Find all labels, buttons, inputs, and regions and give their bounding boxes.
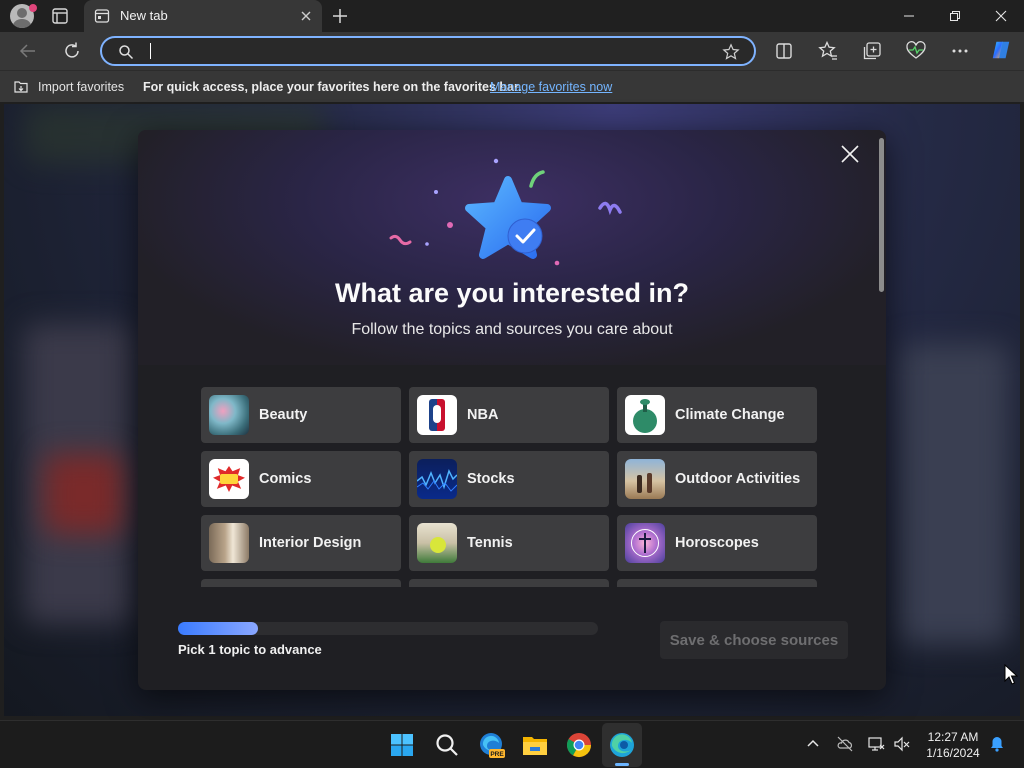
beauty-thumbnail bbox=[209, 395, 249, 435]
show-hidden-icons-chevron-icon[interactable] bbox=[804, 735, 822, 753]
topic-label: Beauty bbox=[259, 407, 308, 423]
close-window-button[interactable] bbox=[978, 0, 1024, 32]
new-tab-favicon-icon bbox=[94, 9, 110, 23]
notification-dot bbox=[29, 4, 37, 12]
edge-preview-icon[interactable]: PRE bbox=[475, 729, 507, 761]
address-bar[interactable] bbox=[100, 36, 756, 66]
address-input[interactable] bbox=[154, 41, 714, 61]
favorites-bar-message: For quick access, place your favorites h… bbox=[143, 80, 522, 94]
favorites-icon[interactable] bbox=[817, 40, 839, 62]
topic-climate-change[interactable]: Climate Change bbox=[617, 387, 817, 443]
close-dialog-icon[interactable] bbox=[838, 142, 862, 166]
network-icon[interactable] bbox=[867, 735, 885, 753]
active-app-indicator bbox=[615, 763, 629, 766]
close-tab-icon[interactable] bbox=[298, 8, 314, 24]
import-favorites-icon bbox=[14, 81, 28, 93]
stocks-chart-thumbnail bbox=[417, 459, 457, 499]
import-favorites-label: Import favorites bbox=[38, 80, 125, 94]
topic-label: Comics bbox=[259, 471, 312, 487]
topic-hidden[interactable] bbox=[409, 579, 609, 587]
topic-stocks[interactable]: Stocks bbox=[409, 451, 609, 507]
horoscopes-thumbnail bbox=[625, 523, 665, 563]
browser-essentials-icon[interactable] bbox=[905, 40, 927, 62]
svg-text:PRE: PRE bbox=[490, 751, 504, 758]
more-options-icon[interactable] bbox=[949, 40, 971, 62]
progress-bar-fill bbox=[178, 622, 258, 635]
topic-label: Outdoor Activities bbox=[675, 471, 801, 487]
blurred-card bbox=[899, 344, 1009, 644]
dialog-scrollbar-thumb[interactable] bbox=[879, 138, 884, 292]
progress-label: Pick 1 topic to advance bbox=[178, 642, 322, 657]
tab-actions-icon[interactable] bbox=[50, 6, 70, 26]
new-tab-button[interactable] bbox=[330, 6, 350, 26]
topic-comics[interactable]: Comics bbox=[201, 451, 401, 507]
clock-date: 1/16/2024 bbox=[926, 746, 980, 760]
restore-button[interactable] bbox=[932, 0, 978, 32]
back-arrow-icon[interactable] bbox=[17, 40, 39, 62]
blurred-card bbox=[44, 454, 124, 534]
taskbar: PRE 12:27 AM 1/16/2024 bbox=[0, 720, 1024, 768]
topic-interior-design[interactable]: Interior Design bbox=[201, 515, 401, 571]
topic-label: Interior Design bbox=[259, 535, 362, 551]
dialog-title: What are you interested in? bbox=[334, 278, 690, 308]
onedrive-icon[interactable] bbox=[836, 735, 854, 753]
refresh-icon[interactable] bbox=[61, 40, 83, 62]
browser-toolbar bbox=[0, 32, 1024, 70]
start-icon[interactable] bbox=[386, 729, 418, 761]
tab-bar: New tab bbox=[0, 0, 1024, 32]
copilot-icon[interactable] bbox=[990, 39, 1014, 63]
topic-horoscopes[interactable]: Horoscopes bbox=[617, 515, 817, 571]
topic-beauty[interactable]: Beauty bbox=[201, 387, 401, 443]
topics-grid: Beauty NBA Climate Change Comics Stocks … bbox=[201, 387, 821, 587]
star-checkmark-illustration bbox=[389, 158, 622, 266]
save-and-choose-sources-button[interactable]: Save & choose sources bbox=[660, 621, 848, 659]
add-favorite-star-icon[interactable] bbox=[722, 43, 740, 61]
topic-label: Climate Change bbox=[675, 407, 785, 423]
search-icon bbox=[119, 45, 134, 60]
edge-icon[interactable] bbox=[606, 729, 638, 761]
comics-thumbnail bbox=[209, 459, 249, 499]
topic-hidden[interactable] bbox=[617, 579, 817, 587]
topic-label: Horoscopes bbox=[675, 535, 759, 551]
progress-bar bbox=[178, 622, 598, 635]
favorites-bar: Import favorites For quick access, place… bbox=[0, 70, 1024, 102]
import-favorites-button[interactable]: Import favorites bbox=[12, 77, 124, 97]
file-explorer-icon[interactable] bbox=[519, 729, 551, 761]
search-icon[interactable] bbox=[431, 729, 463, 761]
outdoor-activities-thumbnail bbox=[625, 459, 665, 499]
tab-title: New tab bbox=[120, 8, 168, 23]
text-caret bbox=[150, 43, 151, 59]
mouse-pointer-icon bbox=[1004, 664, 1018, 685]
minimize-button[interactable] bbox=[886, 0, 932, 32]
split-screen-icon[interactable] bbox=[773, 40, 795, 62]
tab-new-tab[interactable]: New tab bbox=[84, 0, 322, 32]
system-clock[interactable]: 12:27 AM 1/16/2024 bbox=[918, 729, 988, 761]
interests-dialog: What are you interested in? Follow the t… bbox=[138, 130, 886, 690]
topic-label: Stocks bbox=[467, 471, 515, 487]
collections-icon[interactable] bbox=[861, 40, 883, 62]
topic-hidden[interactable] bbox=[201, 579, 401, 587]
topic-outdoor-activities[interactable]: Outdoor Activities bbox=[617, 451, 817, 507]
topic-tennis[interactable]: Tennis bbox=[409, 515, 609, 571]
topic-label: Tennis bbox=[467, 535, 513, 551]
interior-design-thumbnail bbox=[209, 523, 249, 563]
nba-logo bbox=[417, 395, 457, 435]
topic-label: NBA bbox=[467, 407, 499, 423]
tennis-ball-thumbnail bbox=[417, 523, 457, 563]
clock-time: 12:27 AM bbox=[927, 730, 979, 744]
chrome-icon[interactable] bbox=[563, 729, 595, 761]
dialog-subtitle: Follow the topics and sources you care a… bbox=[351, 321, 673, 338]
topic-nba[interactable]: NBA bbox=[409, 387, 609, 443]
notification-bell-icon[interactable] bbox=[988, 735, 1006, 753]
volume-muted-icon[interactable] bbox=[893, 735, 911, 753]
climate-change-thumbnail bbox=[625, 395, 665, 435]
manage-favorites-link[interactable]: Manage favorites now bbox=[490, 80, 612, 94]
